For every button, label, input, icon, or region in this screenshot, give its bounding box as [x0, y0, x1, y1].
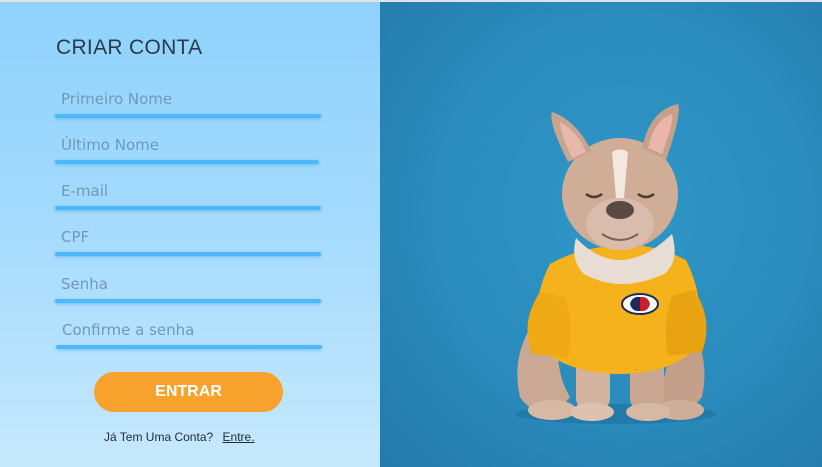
first-name-underline: [55, 114, 321, 118]
email-input[interactable]: [55, 178, 321, 204]
first-name-input[interactable]: [55, 86, 321, 112]
first-name-field[interactable]: [55, 86, 321, 118]
page-title: CRIAR CONTA: [56, 36, 203, 59]
password-underline: [55, 299, 321, 303]
email-underline: [55, 206, 321, 210]
login-link[interactable]: Entre.: [223, 430, 255, 444]
signup-window: CRIAR CONTA ENTRAR Já Tem Uma Con: [0, 0, 822, 467]
cpf-underline: [55, 252, 321, 256]
last-name-field[interactable]: [55, 132, 319, 164]
last-name-underline: [55, 160, 319, 164]
password-field[interactable]: [55, 271, 321, 303]
submit-button[interactable]: ENTRAR: [94, 372, 283, 412]
email-field[interactable]: [55, 178, 321, 210]
password-input[interactable]: [55, 271, 321, 297]
cpf-field[interactable]: [55, 224, 321, 256]
login-prompt-text: Já Tem Uma Conta?: [104, 430, 214, 444]
signup-panel: CRIAR CONTA ENTRAR Já Tem Uma Con: [0, 2, 380, 467]
hero-image: [380, 2, 822, 467]
french-bulldog-illustration: [516, 104, 716, 424]
confirm-password-field[interactable]: [56, 317, 322, 349]
cpf-input[interactable]: [55, 224, 321, 250]
last-name-input[interactable]: [55, 132, 319, 158]
confirm-password-underline: [56, 345, 322, 349]
confirm-password-input[interactable]: [56, 317, 322, 343]
login-prompt: Já Tem Uma Conta? Entre.: [104, 430, 255, 444]
